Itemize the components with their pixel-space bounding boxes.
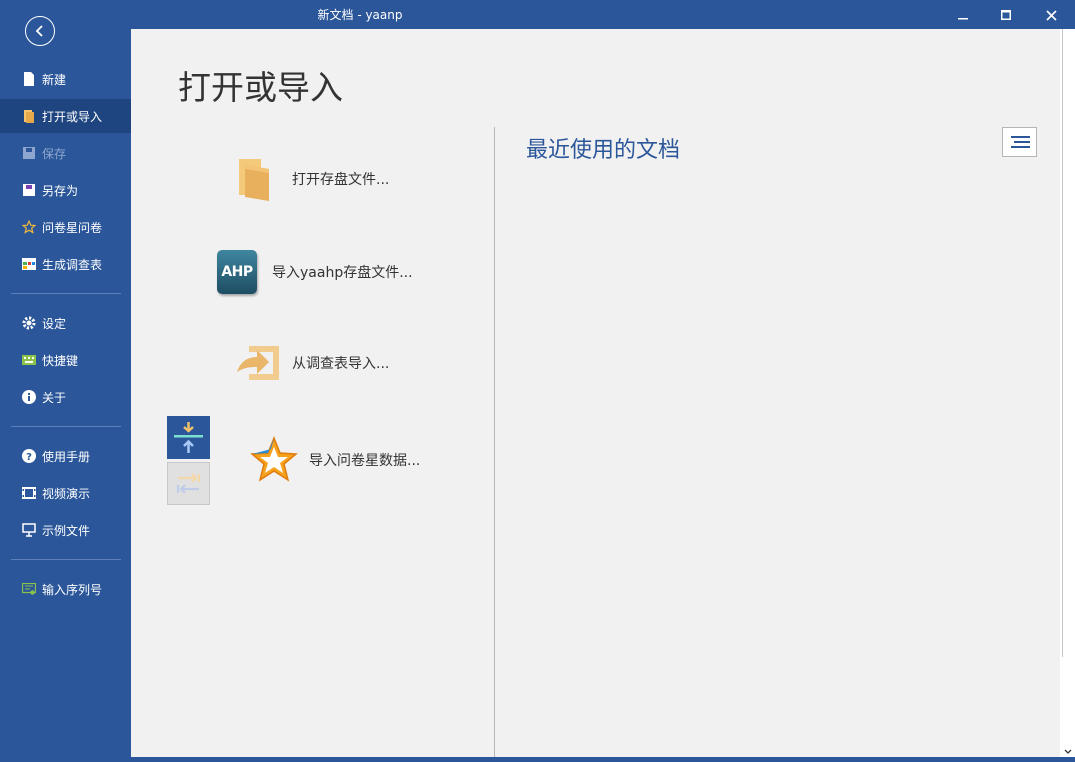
vertical-scrollbar[interactable] xyxy=(1060,29,1075,757)
import-wjx-data-button[interactable]: 导入问卷星数据... xyxy=(249,435,420,485)
sidebar-item-manual[interactable]: ? 使用手册 xyxy=(0,439,131,473)
merge-vertical-icon xyxy=(174,422,203,453)
sidebar-item-label: 另存为 xyxy=(42,183,79,198)
open-saved-file-button[interactable]: 打开存盘文件... xyxy=(237,155,389,203)
sidebar-item-generate-survey[interactable]: 生成调查表 xyxy=(0,247,131,281)
sidebar-item-label: 打开或导入 xyxy=(42,109,103,124)
import-arrow-icon xyxy=(237,346,279,380)
close-button[interactable] xyxy=(1031,0,1071,30)
sidebar-item-label: 视频演示 xyxy=(42,486,91,501)
scrollbar-thumb[interactable] xyxy=(1062,29,1074,657)
gear-icon xyxy=(22,316,36,330)
sidebar-item-label: 生成调查表 xyxy=(42,257,103,272)
maximize-icon xyxy=(1001,10,1011,20)
sidebar-item-label: 输入序列号 xyxy=(42,582,103,597)
back-arrow-icon xyxy=(35,25,43,37)
sidebar-item-serial[interactable]: 输入序列号 xyxy=(0,572,131,606)
resize-grip-icon[interactable] xyxy=(1061,743,1075,757)
minimize-icon xyxy=(958,18,968,20)
film-icon xyxy=(22,486,36,500)
star-icon xyxy=(22,220,36,234)
new-document-icon xyxy=(22,72,36,86)
import-from-survey-button[interactable]: 从调查表导入... xyxy=(235,342,389,384)
action-label: 打开存盘文件... xyxy=(292,172,390,188)
help-icon: ? xyxy=(22,449,36,463)
import-mode-toggle-inactive[interactable] xyxy=(167,462,210,505)
import-yaahp-file-button[interactable]: AHP 导入yaahp存盘文件... xyxy=(217,250,413,294)
table-grid-icon xyxy=(22,257,36,271)
sidebar-item-label: 使用手册 xyxy=(42,449,91,464)
sidebar-item-about[interactable]: 关于 xyxy=(0,380,131,414)
sidebar-item-label: 保存 xyxy=(42,146,67,161)
sidebar-divider xyxy=(11,426,121,427)
sidebar-item-save-as[interactable]: 另存为 xyxy=(0,173,131,207)
merge-horizontal-icon xyxy=(176,473,201,494)
sidebar-item-wjx-survey[interactable]: 问卷星问卷 xyxy=(0,210,131,244)
star-icon xyxy=(250,435,298,482)
folder-open-icon xyxy=(22,109,36,123)
sidebar-item-label: 关于 xyxy=(42,390,67,405)
maximize-button[interactable] xyxy=(986,0,1026,30)
sidebar-divider xyxy=(11,293,121,294)
sidebar-item-label: 示例文件 xyxy=(42,523,91,538)
presentation-icon xyxy=(22,523,36,537)
sidebar-item-examples[interactable]: 示例文件 xyxy=(0,513,131,547)
ahp-logo-icon: AHP xyxy=(217,250,257,294)
import-mode-toggle-active[interactable] xyxy=(167,416,210,459)
close-icon xyxy=(1045,9,1057,21)
sidebar-item-open-import[interactable]: 打开或导入 xyxy=(0,99,131,133)
action-label: 从调查表导入... xyxy=(292,356,390,372)
main-panel: 打开或导入 打开存盘文件... AHP 导入yaahp存盘文件... 从调查表导… xyxy=(131,29,1060,757)
action-label: 导入问卷星数据... xyxy=(309,453,421,469)
sidebar-item-label: 问卷星问卷 xyxy=(42,220,103,235)
sidebar-item-shortcuts[interactable]: 快捷键 xyxy=(0,343,131,377)
action-label: 导入yaahp存盘文件... xyxy=(272,265,413,281)
folder-icon xyxy=(239,159,269,201)
sidebar-item-new[interactable]: 新建 xyxy=(0,62,131,96)
svg-text:?: ? xyxy=(26,452,32,463)
certificate-icon xyxy=(22,582,36,596)
sidebar-item-label: 新建 xyxy=(42,72,67,87)
page-title: 打开或导入 xyxy=(178,68,343,107)
save-icon xyxy=(22,146,36,160)
list-view-button[interactable] xyxy=(1002,127,1037,157)
panel-divider xyxy=(494,127,495,757)
sidebar: 新建 打开或导入 保存 另存为 问卷星问卷 生成调查表 设定 快捷键 关于 ? … xyxy=(0,0,131,757)
ahp-badge-text: AHP xyxy=(221,264,253,280)
sidebar-item-save[interactable]: 保存 xyxy=(0,136,131,170)
sidebar-item-label: 快捷键 xyxy=(42,353,79,368)
window-title: 新文档 - yaanp xyxy=(317,8,403,22)
minimize-button[interactable] xyxy=(943,0,983,30)
sidebar-item-label: 设定 xyxy=(42,316,67,331)
sidebar-item-settings[interactable]: 设定 xyxy=(0,306,131,340)
save-as-icon xyxy=(22,183,36,197)
title-bar: 新文档 - yaanp xyxy=(131,0,1075,30)
info-icon xyxy=(22,390,36,404)
recent-documents-title: 最近使用的文档 xyxy=(526,138,681,163)
keyboard-icon xyxy=(22,353,36,367)
sidebar-item-video[interactable]: 视频演示 xyxy=(0,476,131,510)
sidebar-divider xyxy=(11,559,121,560)
